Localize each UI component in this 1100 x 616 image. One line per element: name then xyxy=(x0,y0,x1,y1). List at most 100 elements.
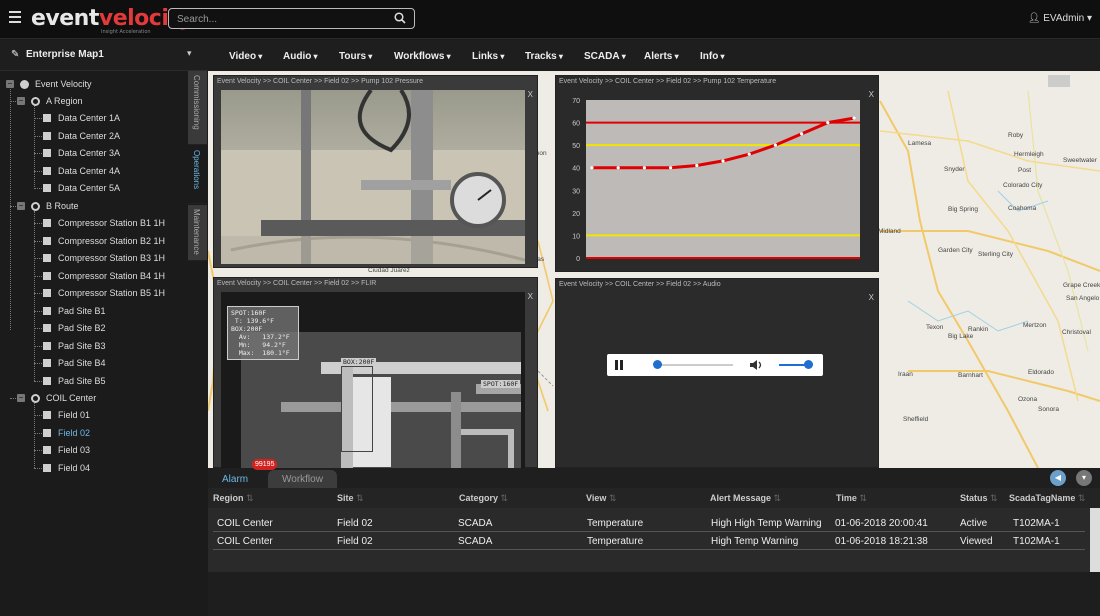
tree-node-item[interactable]: Data Center 5A xyxy=(58,183,120,193)
table-scrollbar[interactable] xyxy=(1090,508,1100,572)
sound-icon[interactable]: ◀ xyxy=(1050,470,1066,486)
tree-node-root[interactable]: Event Velocity xyxy=(35,79,92,89)
col-alert-message[interactable]: Alert Message xyxy=(710,493,781,504)
map-selector[interactable]: ✎ Enterprise Map1 ▾ xyxy=(0,40,208,71)
item-icon xyxy=(43,114,51,123)
menu-info[interactable]: Info xyxy=(700,51,725,62)
tree-node-item[interactable]: Compressor Station B4 1H xyxy=(58,271,165,281)
close-button[interactable]: X xyxy=(528,90,533,99)
audio-player xyxy=(607,354,823,376)
tab-alarm[interactable]: Alarm xyxy=(208,470,263,488)
tree-node-item[interactable]: Field 01 xyxy=(58,410,90,420)
tree-node-item[interactable]: Compressor Station B1 1H xyxy=(58,218,165,228)
flir-panel: Event Velocity >> COIL Center >> Field 0… xyxy=(213,277,538,468)
table-row[interactable]: COIL Center Field 02 SCADA Temperature H… xyxy=(213,532,1085,550)
tree-node-item[interactable]: Pad Site B4 xyxy=(58,358,106,368)
item-icon xyxy=(43,289,51,298)
data-point xyxy=(721,159,725,163)
collapse-toggle-icon[interactable]: − xyxy=(17,97,25,105)
menu-links[interactable]: Links xyxy=(472,51,504,62)
menu-icon[interactable] xyxy=(9,11,21,23)
audio-progress-track[interactable] xyxy=(657,364,733,366)
tree-node-item[interactable]: Data Center 2A xyxy=(58,131,120,141)
y-tick-label: 30 xyxy=(572,188,580,195)
tree-node-item[interactable]: Data Center 4A xyxy=(58,166,120,176)
col-time[interactable]: Time xyxy=(836,493,867,504)
col-view[interactable]: View xyxy=(586,493,616,504)
flir-readout-line: BOX:200F xyxy=(231,325,263,333)
pause-icon[interactable] xyxy=(615,360,623,370)
menu-video[interactable]: Video xyxy=(229,51,262,62)
tree-node-item[interactable]: Field 02 xyxy=(58,428,90,438)
tree-node-item[interactable]: Data Center 3A xyxy=(58,148,120,158)
item-icon xyxy=(43,463,51,472)
tab-workflow[interactable]: Workflow xyxy=(268,470,337,488)
panel-title: Event Velocity >> COIL Center >> Field 0… xyxy=(217,78,423,85)
collapse-toggle-icon[interactable]: − xyxy=(17,394,25,403)
volume-icon[interactable] xyxy=(749,359,763,371)
audio-panel: Event Velocity >> COIL Center >> Field 0… xyxy=(555,278,879,468)
col-category[interactable]: Category xyxy=(459,493,508,504)
sidebar: − Event Velocity − A Region Data Center 1A Da… xyxy=(0,71,208,616)
search-input[interactable] xyxy=(177,12,387,26)
col-site[interactable]: Site xyxy=(337,493,364,504)
search-icon[interactable] xyxy=(394,12,406,24)
tab-maintenance[interactable]: Maintenance xyxy=(188,205,207,261)
item-icon xyxy=(43,324,51,333)
menu-workflows[interactable]: Workflows xyxy=(394,51,451,62)
cell-scadatagname: T102MA-1 xyxy=(1013,518,1060,529)
map-label: Sheffield xyxy=(903,416,929,423)
tree-connector xyxy=(34,210,35,382)
tree-node-item[interactable]: Field 04 xyxy=(58,463,90,473)
chevron-down-icon[interactable]: ▾ xyxy=(187,48,192,59)
item-icon xyxy=(43,376,51,385)
map-label: Barnhart xyxy=(958,372,983,379)
tab-operations[interactable]: Operations xyxy=(188,146,207,204)
col-status[interactable]: Status xyxy=(960,493,998,504)
tree-node-group[interactable]: B Route xyxy=(46,201,79,211)
tree-node-group[interactable]: COIL Center xyxy=(46,393,96,403)
tree-node-item[interactable]: Compressor Station B5 1H xyxy=(58,288,165,298)
cell-time: 01-06-2018 18:21:38 xyxy=(835,536,928,547)
menu-alerts[interactable]: Alerts xyxy=(644,51,679,62)
audio-progress-handle[interactable] xyxy=(653,360,662,369)
col-scadatagname[interactable]: ScadaTagName xyxy=(1009,493,1085,504)
collapse-toggle-icon[interactable]: − xyxy=(6,80,14,88)
tree-node-item[interactable]: Compressor Station B2 1H xyxy=(58,236,165,246)
tree-node-item[interactable]: Compressor Station B3 1H xyxy=(58,253,165,263)
table-row[interactable]: COIL Center Field 02 SCADA Temperature H… xyxy=(213,514,1085,532)
tree-connector xyxy=(34,106,35,189)
tree-node-item[interactable]: Pad Site B3 xyxy=(58,341,106,351)
map-label: Sonora xyxy=(1038,406,1059,413)
volume-handle[interactable] xyxy=(804,360,813,369)
map-layers-icon[interactable] xyxy=(1048,75,1070,87)
chart-plot-area xyxy=(586,100,860,258)
collapse-toggle-icon[interactable]: − xyxy=(17,201,25,210)
tree-node-item[interactable]: Field 03 xyxy=(58,445,90,455)
menu-scada[interactable]: SCADA xyxy=(584,51,626,62)
data-point xyxy=(800,132,804,136)
tree-node-item[interactable]: Pad Site B5 xyxy=(58,376,106,386)
collapse-icon[interactable]: ▾ xyxy=(1076,470,1092,486)
item-icon xyxy=(43,149,51,158)
menu-audio[interactable]: Audio xyxy=(283,51,318,62)
tab-commissioning[interactable]: Commissioning xyxy=(188,71,207,145)
close-button[interactable]: X xyxy=(869,90,874,99)
map-label: Hermleigh xyxy=(1014,151,1044,158)
user-icon: 👤︎ xyxy=(1027,13,1041,24)
tree-node-item[interactable]: Pad Site B1 xyxy=(58,306,106,316)
tree-node-item[interactable]: Pad Site B2 xyxy=(58,323,106,333)
edit-icon[interactable]: ✎ xyxy=(11,49,19,60)
menu-tours[interactable]: Tours xyxy=(339,51,372,62)
close-button[interactable]: X xyxy=(528,292,533,301)
main-menu: Video Audio Tours Workflows Links Tracks… xyxy=(208,40,1100,71)
tree-node-group[interactable]: A Region xyxy=(46,96,83,106)
tree-node-item[interactable]: Data Center 1A xyxy=(58,113,120,123)
user-menu[interactable]: 👤︎ EVAdmin ▾ xyxy=(1028,13,1092,24)
menu-tracks[interactable]: Tracks xyxy=(525,51,563,62)
col-region[interactable]: Region xyxy=(213,493,254,504)
flir-readout-line: T: 139.6°F xyxy=(231,317,275,325)
item-icon xyxy=(43,166,51,175)
data-point xyxy=(642,166,646,170)
close-button[interactable]: X xyxy=(869,293,874,302)
